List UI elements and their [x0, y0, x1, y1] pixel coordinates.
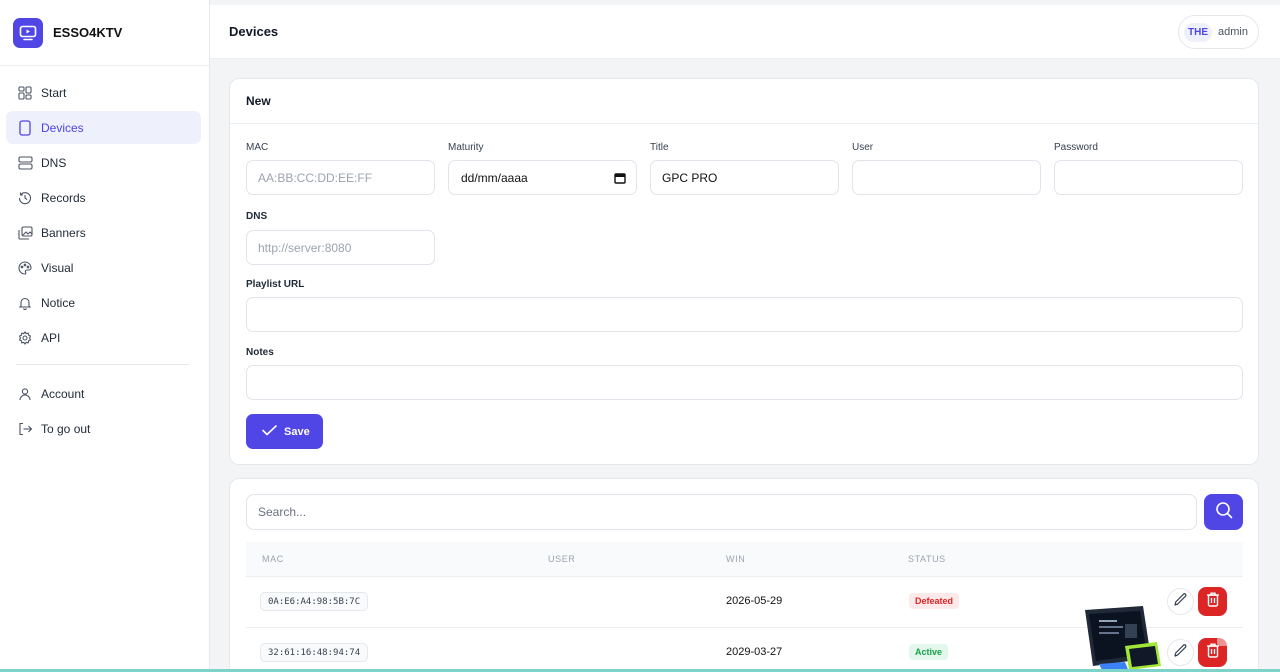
column-header-win: WIN: [726, 554, 746, 564]
title-field[interactable]: GPC PRO: [650, 160, 839, 195]
status-badge: Active: [909, 644, 949, 660]
sidebar-item-label: Start: [41, 85, 67, 100]
watermark-logo: [1085, 606, 1280, 672]
device-icon: [17, 119, 33, 136]
mac-label: MAC: [246, 142, 269, 153]
sidebar-item-label: Notice: [41, 295, 76, 310]
grid-icon: [17, 85, 33, 101]
user-name: admin: [1218, 26, 1248, 38]
sidebar-item-logout[interactable]: To go out: [6, 412, 201, 445]
dns-label: DNS: [246, 211, 268, 222]
sidebar-item-devices[interactable]: Devices: [6, 111, 201, 144]
palette-icon: [17, 260, 33, 276]
sidebar-divider: [16, 364, 189, 365]
column-header-mac: MAC: [262, 554, 284, 564]
top-bar: Devices THE admin: [210, 5, 1280, 59]
sidebar-item-label: To go out: [41, 421, 91, 436]
user-menu[interactable]: THE admin: [1178, 15, 1259, 49]
sidebar-item-label: API: [41, 330, 61, 345]
win-cell: 2026-05-29: [726, 595, 783, 607]
sidebar-item-label: Visual: [41, 260, 74, 275]
sidebar-item-account[interactable]: Account: [6, 377, 201, 410]
user-field[interactable]: [852, 160, 1041, 195]
page-title: Devices: [229, 24, 279, 39]
password-field[interactable]: [1054, 160, 1243, 195]
avatar: THE: [1184, 22, 1213, 42]
maturity-label: Maturity: [448, 142, 484, 153]
logout-icon: [17, 421, 33, 437]
win-cell: 2029-03-27: [726, 646, 783, 658]
status-badge: Defeated: [909, 593, 960, 609]
new-device-card: New MAC AA:BB:CC:DD:EE:FF Maturity dd/mm…: [229, 78, 1259, 465]
column-header-user: USER: [548, 554, 576, 564]
user-icon: [17, 386, 33, 402]
search-input[interactable]: Search...: [246, 494, 1197, 530]
sidebar-item-start[interactable]: Start: [6, 76, 201, 109]
title-label: Title: [650, 142, 669, 153]
mac-field[interactable]: AA:BB:CC:DD:EE:FF: [246, 160, 435, 195]
notes-label: Notes: [246, 347, 274, 358]
bell-icon: [17, 295, 33, 311]
history-icon: [17, 190, 33, 206]
playlist-url-field[interactable]: [246, 297, 1243, 332]
maturity-value: dd/mm/aaaa: [461, 170, 528, 185]
brand-name: ESSO4KTV: [53, 25, 123, 40]
sidebar-item-label: Banners: [41, 225, 86, 240]
brand[interactable]: ESSO4KTV: [0, 0, 209, 66]
calendar-icon[interactable]: [614, 172, 626, 187]
maturity-date-field[interactable]: dd/mm/aaaa: [448, 160, 637, 195]
sidebar: ESSO4KTV Start Devices DNS Records Banne…: [0, 0, 210, 672]
search-button[interactable]: [1204, 494, 1243, 530]
save-label: Save: [284, 425, 310, 438]
card-title: New: [230, 79, 1258, 124]
sidebar-item-label: Records: [41, 190, 86, 205]
sidebar-item-label: Devices: [41, 120, 84, 135]
sidebar-item-visual[interactable]: Visual: [6, 251, 201, 284]
sidebar-item-dns[interactable]: DNS: [6, 146, 201, 179]
sidebar-item-notice[interactable]: Notice: [6, 286, 201, 319]
sidebar-item-records[interactable]: Records: [6, 181, 201, 214]
sidebar-item-label: Account: [41, 386, 85, 401]
mac-cell: 32:61:16:48:94:74: [260, 643, 369, 662]
sidebar-item-api[interactable]: API: [6, 321, 201, 354]
tv-logo-icon: [13, 17, 43, 48]
check-icon: [262, 424, 284, 439]
gear-icon: [17, 330, 33, 346]
user-label: User: [852, 142, 874, 153]
search-icon: [1215, 501, 1233, 524]
sidebar-item-label: DNS: [41, 155, 67, 170]
server-icon: [17, 155, 33, 171]
sidebar-nav: Start Devices DNS Records Banners Visual…: [0, 66, 209, 445]
dns-field[interactable]: http://server:8080: [246, 230, 435, 265]
mac-cell: 0A:E6:A4:98:5B:7C: [260, 592, 369, 611]
table-header: MAC USER WIN STATUS: [246, 542, 1243, 577]
sidebar-item-banners[interactable]: Banners: [6, 216, 201, 249]
column-header-status: STATUS: [908, 554, 946, 564]
notes-field[interactable]: [246, 365, 1243, 400]
playlist-label: Playlist URL: [246, 279, 305, 290]
images-icon: [17, 225, 33, 241]
save-button[interactable]: Save: [246, 414, 323, 449]
password-label: Password: [1054, 142, 1098, 153]
